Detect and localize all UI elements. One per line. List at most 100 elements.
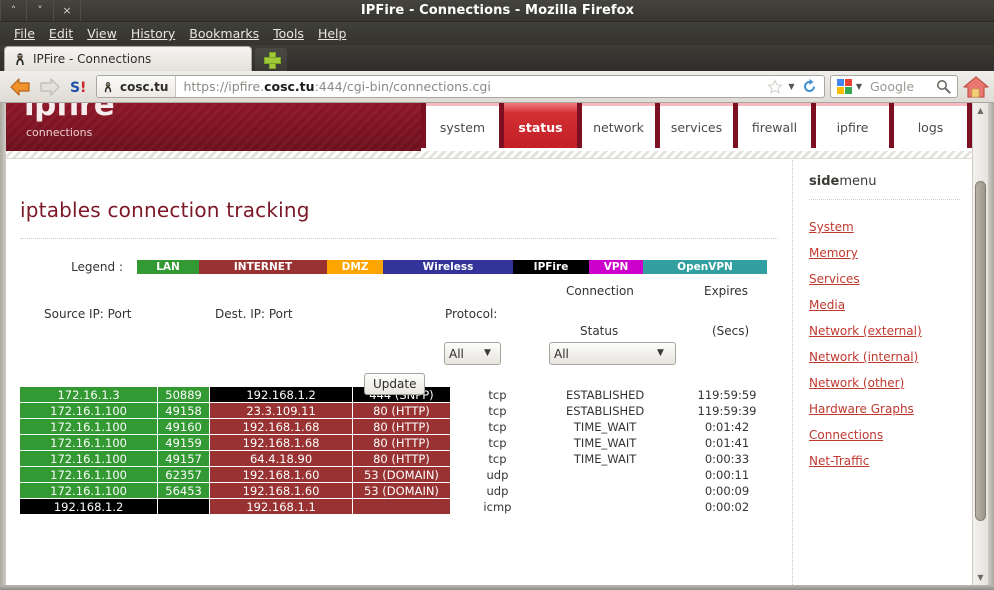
nav-tab-firewall-label: firewall <box>751 119 798 135</box>
page-scrollbar[interactable]: ▲ ▼ <box>972 103 988 585</box>
cell-expires: 0:00:33 <box>704 451 750 466</box>
cell-source-port: 62357 <box>158 467 209 482</box>
cell-source-port: 56453 <box>158 483 209 498</box>
cell-expires: 0:00:09 <box>704 483 750 498</box>
cell-protocol: tcp <box>488 435 507 450</box>
nav-tab-network-label: network <box>593 119 644 135</box>
sidemenu-item-media[interactable]: Media <box>809 298 960 312</box>
table-row[interactable]: 172.16.1.100 62357 192.168.1.60 53 (DOMA… <box>20 467 788 482</box>
cell-dest-ip: 23.3.109.11 <box>209 403 353 418</box>
maximize-button[interactable]: ˅ <box>27 0 54 21</box>
home-button[interactable] <box>963 75 989 99</box>
table-row[interactable]: 192.168.1.2 192.168.1.1 icmp 0:00:02 <box>20 499 788 514</box>
nav-tab-services[interactable]: services <box>655 103 733 148</box>
sidemenu-item-services[interactable]: Services <box>809 272 960 286</box>
table-row[interactable]: 172.16.1.100 49160 192.168.1.68 80 (HTTP… <box>20 419 788 434</box>
window-title: IPFire - Connections - Mozilla Firefox <box>360 3 635 18</box>
legend-item-wireless-label: Wireless <box>422 261 474 273</box>
scroll-up-arrow-icon[interactable]: ▲ <box>973 103 988 118</box>
forward-button[interactable] <box>35 77 65 97</box>
nav-tab-logs[interactable]: logs <box>889 103 972 148</box>
nav-tab-status[interactable]: status <box>499 103 577 148</box>
menu-bar: File Edit View History Bookmarks Tools H… <box>0 22 994 45</box>
cell-source-ip: 172.16.1.100 <box>20 483 158 498</box>
cell-dest-ip: 192.168.1.60 <box>209 467 353 482</box>
bookmark-dropdown-button[interactable]: ▼ <box>785 82 798 91</box>
minimize-icon: ˄ <box>10 4 17 17</box>
cell-dest-ip: 64.4.18.90 <box>209 451 353 466</box>
stumbleupon-icon: S ! <box>70 80 86 96</box>
status-filter-select[interactable]: All <box>549 342 676 365</box>
search-engine-dropdown[interactable]: ▼ <box>853 82 865 91</box>
svg-text:S: S <box>70 80 80 96</box>
cell-source-ip: 172.16.1.3 <box>20 387 158 402</box>
table-row[interactable]: 172.16.1.100 49157 64.4.18.90 80 (HTTP) … <box>20 451 788 466</box>
menu-history[interactable]: History <box>124 24 182 43</box>
browser-tab-label: IPFire - Connections <box>33 52 152 66</box>
nav-tab-firewall[interactable]: firewall <box>733 103 811 148</box>
cell-status <box>545 499 665 514</box>
sidemenu-item-memory[interactable]: Memory <box>809 246 960 260</box>
scroll-down-arrow-icon[interactable]: ▼ <box>973 570 988 585</box>
menu-edit[interactable]: Edit <box>42 24 80 43</box>
legend-label: Legend : <box>71 260 123 274</box>
search-submit-button[interactable] <box>933 79 953 94</box>
reload-icon <box>803 79 815 92</box>
site-identity-button[interactable]: cosc.tu <box>97 76 177 97</box>
cell-source-ip: 172.16.1.100 <box>20 467 158 482</box>
legend-item-openvpn-label: OpenVPN <box>677 261 733 273</box>
table-row[interactable]: 172.16.1.100 49159 192.168.1.68 80 (HTTP… <box>20 435 788 450</box>
menu-view[interactable]: View <box>80 24 124 43</box>
svg-text:!: ! <box>80 80 86 96</box>
magnifier-icon <box>936 80 950 94</box>
url-text[interactable]: https://ipfire.cosc.tu:444/cgi-bin/conne… <box>176 79 490 94</box>
cell-status: ESTABLISHED <box>565 387 645 402</box>
sidemenu-item-connections[interactable]: Connections <box>809 428 960 442</box>
table-row[interactable]: 172.16.1.100 49158 23.3.109.11 80 (HTTP)… <box>20 403 788 418</box>
url-bar[interactable]: cosc.tu https://ipfire.cosc.tu:444/cgi-b… <box>96 75 825 98</box>
sidemenu-item-net-traffic[interactable]: Net-Traffic <box>809 454 960 468</box>
sidemenu-item-system[interactable]: System <box>809 220 960 234</box>
sidemenu-item-network-other[interactable]: Network (other) <box>809 376 960 390</box>
sidemenu-item-hardware-graphs[interactable]: Hardware Graphs <box>809 402 960 416</box>
new-tab-button[interactable] <box>255 48 287 71</box>
menu-tools[interactable]: Tools <box>266 24 311 43</box>
search-bar[interactable]: ▼ Google <box>830 75 958 98</box>
nav-tab-network[interactable]: network <box>577 103 655 148</box>
url-scheme: https://ipfire. <box>183 79 265 94</box>
nav-tab-logs-label: logs <box>917 119 944 135</box>
cell-dest-port: 80 (HTTP) <box>353 419 450 434</box>
back-button[interactable] <box>5 77 35 97</box>
cell-protocol: tcp <box>488 387 507 402</box>
menu-bookmarks[interactable]: Bookmarks <box>182 24 266 43</box>
browser-tab-ipfire-connections[interactable]: IPFire - Connections <box>4 46 252 71</box>
protocol-filter-select[interactable]: All <box>444 342 501 365</box>
cell-expires: 0:00:11 <box>704 467 750 482</box>
nav-tab-system[interactable]: system <box>421 103 499 148</box>
menu-help[interactable]: Help <box>311 24 354 43</box>
menu-file[interactable]: File <box>7 24 42 43</box>
sidemenu-item-network-external[interactable]: Network (external) <box>809 324 960 338</box>
reload-button[interactable] <box>798 78 820 95</box>
nav-tab-system-label: system <box>439 119 486 135</box>
scrollbar-thumb[interactable] <box>975 181 986 521</box>
header-status: Status <box>580 324 619 338</box>
search-input[interactable]: Google <box>865 79 933 94</box>
cell-protocol: udp <box>486 467 509 482</box>
stumbleupon-button[interactable]: S ! <box>65 78 91 96</box>
legend-item-ipfire: IPFire <box>513 260 589 274</box>
cell-dest-port: 53 (DOMAIN) <box>353 483 450 498</box>
cell-status: TIME_WAIT <box>573 435 637 450</box>
header-secs: (Secs) <box>712 324 750 338</box>
update-button[interactable]: Update <box>364 373 426 395</box>
star-icon <box>767 78 783 94</box>
bookmark-star-button[interactable] <box>765 78 785 95</box>
cell-source-port: 49159 <box>158 435 209 450</box>
table-row[interactable]: 172.16.1.100 56453 192.168.1.60 53 (DOMA… <box>20 483 788 498</box>
sidemenu-item-network-internal[interactable]: Network (internal) <box>809 350 960 364</box>
ipfire-logo-subtitle: connections <box>26 126 93 139</box>
minimize-button[interactable]: ˄ <box>0 0 27 21</box>
nav-tab-ipfire[interactable]: ipfire <box>811 103 889 148</box>
cell-status <box>545 483 665 498</box>
close-button[interactable]: × <box>54 0 81 21</box>
